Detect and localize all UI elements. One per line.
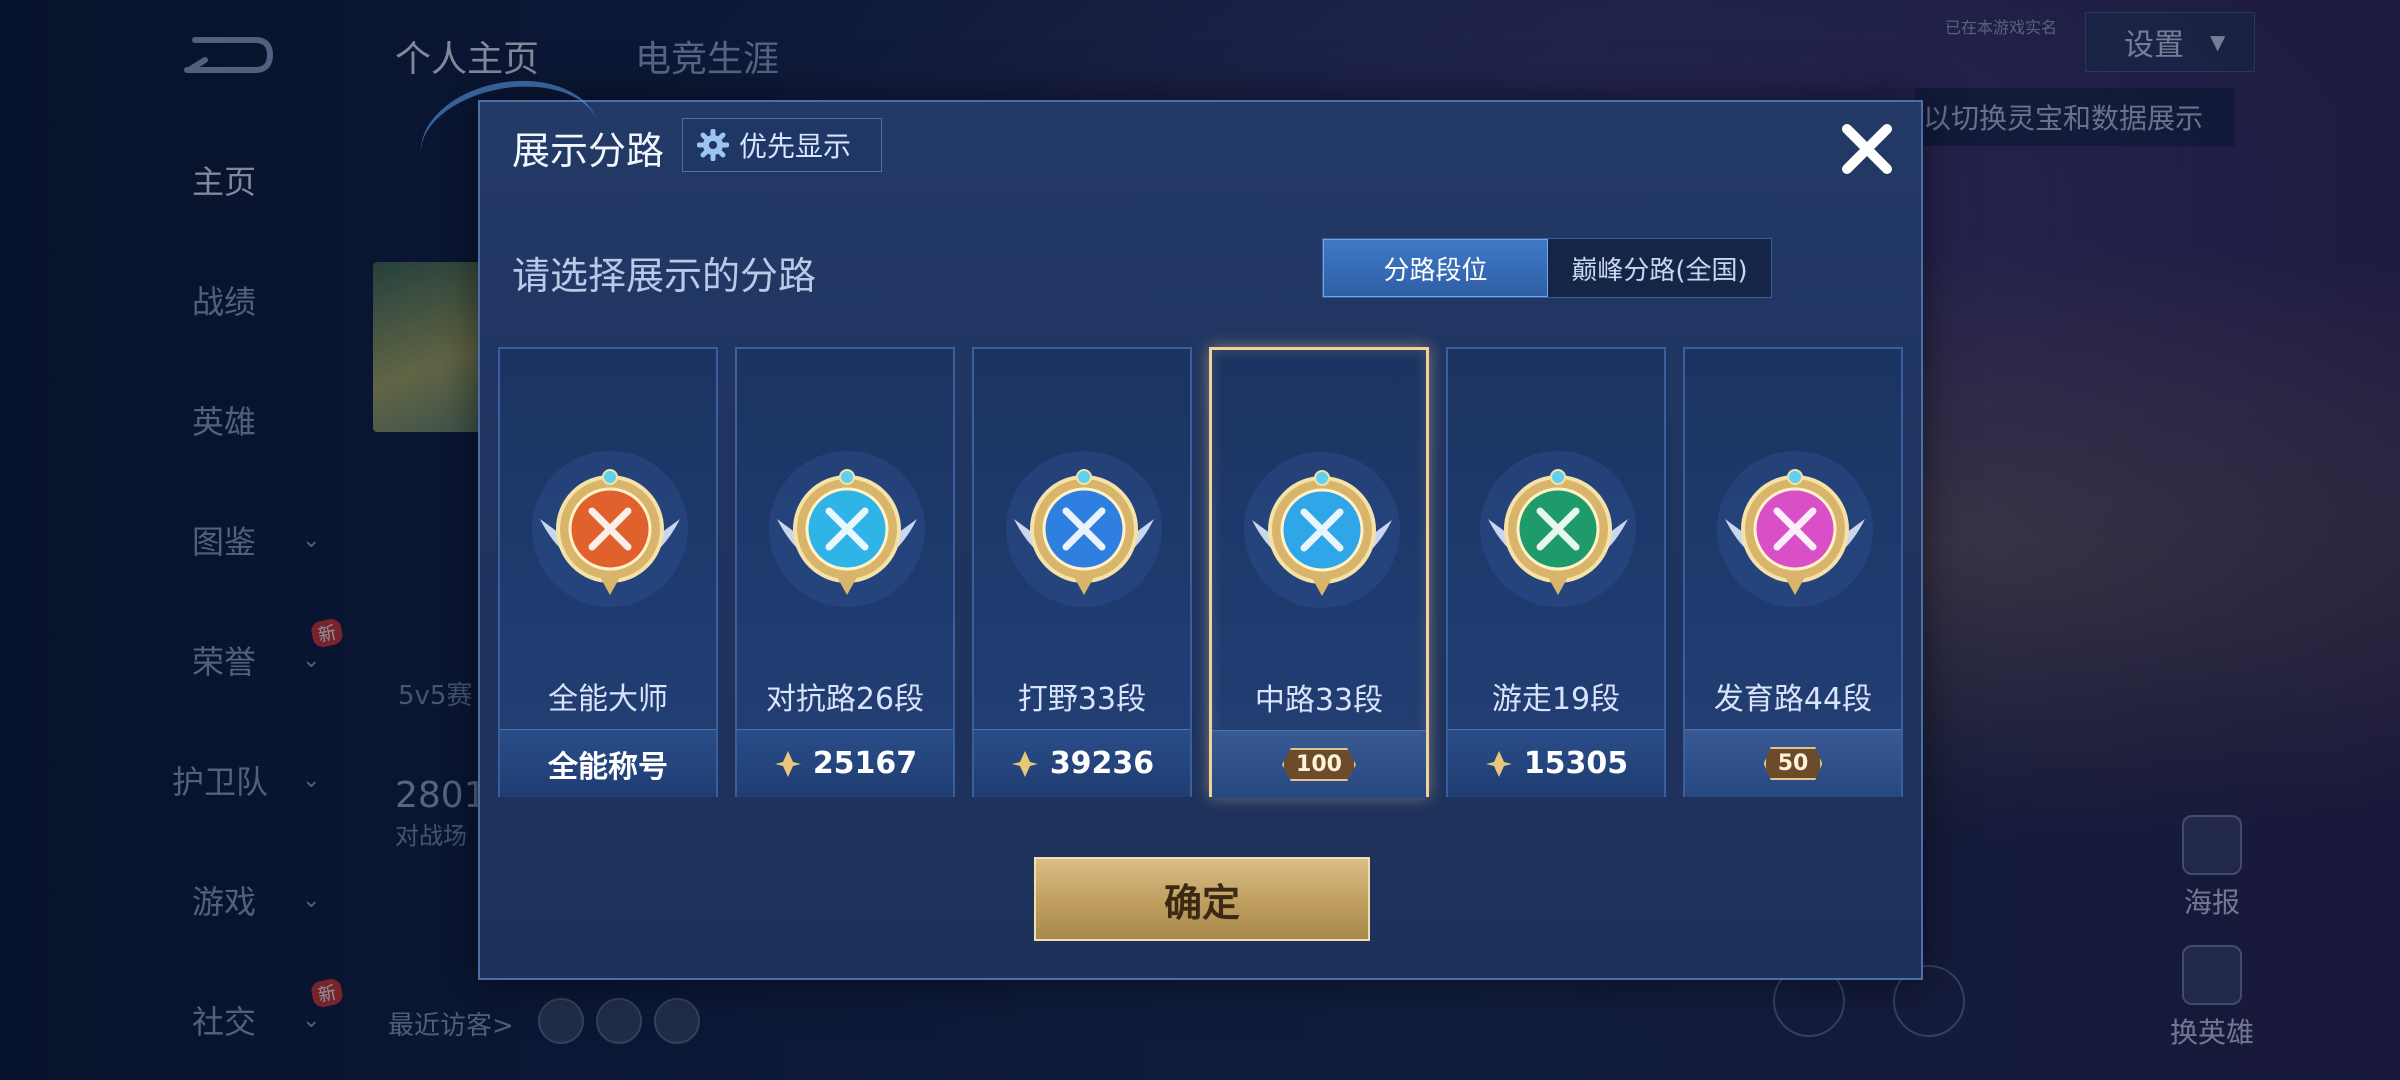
mid-lane-icon bbox=[1244, 452, 1400, 608]
lane-name: 游走19段 bbox=[1491, 682, 1621, 717]
farm-lane-icon bbox=[1717, 451, 1873, 607]
lane-name: 打野33段 bbox=[1017, 682, 1147, 717]
lane-card[interactable]: 发育路44段 50 bbox=[1683, 347, 1903, 797]
power-score-icon bbox=[1011, 750, 1038, 777]
rank-ribbon-badge: 100 bbox=[1282, 748, 1356, 781]
tab-peak-lane[interactable]: 巅峰分路(全国) bbox=[1548, 239, 1771, 297]
rank-ribbon-badge: 50 bbox=[1763, 747, 1823, 780]
lane-card-footer: 25167 bbox=[737, 729, 953, 797]
tab-lane-rank[interactable]: 分路段位 bbox=[1323, 239, 1548, 297]
lane-card-footer: 39236 bbox=[974, 729, 1190, 797]
lane-card[interactable]: 中路33段 100 bbox=[1209, 347, 1429, 798]
all-round-master-icon bbox=[532, 451, 688, 607]
lane-card[interactable]: 游走19段 15305 bbox=[1446, 347, 1666, 797]
power-score-icon bbox=[774, 750, 801, 777]
lane-name: 中路33段 bbox=[1254, 683, 1384, 718]
power-score: 15305 bbox=[1523, 746, 1629, 781]
confirm-button[interactable]: 确定 bbox=[1034, 857, 1370, 941]
title-label: 全能称号 bbox=[548, 749, 668, 785]
close-button[interactable] bbox=[1832, 114, 1902, 184]
clash-lane-icon bbox=[769, 451, 925, 607]
lane-card-footer: 100 bbox=[1212, 730, 1426, 798]
lane-name: 发育路44段 bbox=[1713, 682, 1873, 717]
lane-name: 全能大师 bbox=[548, 682, 668, 717]
dialog-subtitle: 请选择展示的分路 bbox=[512, 254, 817, 298]
lane-card[interactable]: 全能大师 全能称号 bbox=[498, 347, 718, 797]
lane-display-dialog: 展示分路 优先显示 请选择展示的分路 分路段位 巅峰分路(全国) 全能大师全能称… bbox=[410, 67, 1923, 980]
close-icon bbox=[1842, 124, 1892, 174]
dialog-title: 展示分路 bbox=[512, 129, 665, 173]
jungle-icon bbox=[1006, 451, 1162, 607]
lane-card-footer: 50 bbox=[1685, 729, 1901, 797]
lane-card[interactable]: 对抗路26段 25167 bbox=[735, 347, 955, 797]
power-score: 39236 bbox=[1049, 746, 1155, 781]
lane-card[interactable]: 打野33段 39236 bbox=[972, 347, 1192, 797]
roam-icon bbox=[1480, 451, 1636, 607]
lane-name: 对抗路26段 bbox=[765, 682, 925, 717]
priority-display-button[interactable]: 优先显示 bbox=[682, 118, 882, 172]
display-mode-toggle: 分路段位 巅峰分路(全国) bbox=[1322, 238, 1772, 298]
lane-card-footer: 15305 bbox=[1448, 729, 1664, 797]
power-score-icon bbox=[1485, 750, 1512, 777]
lane-card-footer: 全能称号 bbox=[500, 729, 716, 797]
priority-label: 优先显示 bbox=[739, 130, 852, 163]
power-score: 25167 bbox=[812, 746, 918, 781]
gear-icon bbox=[697, 129, 729, 161]
